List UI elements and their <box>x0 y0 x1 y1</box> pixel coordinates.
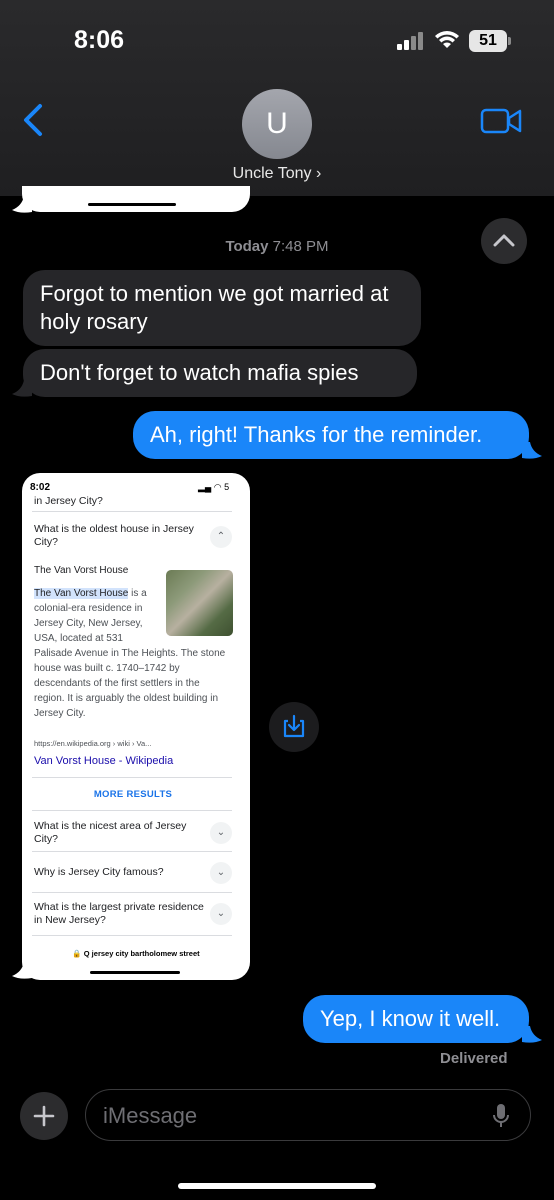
divider <box>32 851 232 852</box>
answer-line: Jersey City. <box>34 708 86 719</box>
source-url: https://en.wikipedia.org › wiki › Va... <box>34 739 152 748</box>
timestamp-time: 7:48 PM <box>272 238 329 255</box>
back-chevron-icon[interactable] <box>18 100 48 140</box>
previous-image-bubble[interactable] <box>22 186 250 212</box>
message-input[interactable]: iMessage <box>85 1089 531 1141</box>
contact-avatar[interactable]: U <box>242 89 312 159</box>
chevron-down-icon: ⌄ <box>210 822 232 844</box>
divider <box>32 935 232 936</box>
incoming-message[interactable]: Forgot to mention we got married at holy… <box>23 270 421 346</box>
thread-timestamp: Today 7:48 PM <box>0 238 554 255</box>
microphone-icon[interactable] <box>491 1102 511 1130</box>
message-input-placeholder: iMessage <box>103 1103 198 1128</box>
outgoing-message[interactable]: Yep, I know it well. <box>303 995 529 1043</box>
answer-line: region. It is arguably the oldest buildi… <box>34 693 219 704</box>
status-time: 8:06 <box>74 26 125 54</box>
battery-tip <box>508 37 511 45</box>
bubble-tail <box>522 1026 542 1043</box>
question-item: What is the nicest area of Jersey City? <box>34 820 187 845</box>
screenshot-status-icons: ▂▄ ◠ 5 <box>198 482 230 492</box>
timestamp-day: Today <box>225 238 269 255</box>
cellular-signal-icon <box>397 32 425 50</box>
screenshot-status-time: 8:02 <box>30 482 51 493</box>
answer-rest: is a <box>128 588 147 599</box>
home-indicator[interactable] <box>178 1183 376 1189</box>
plus-icon <box>33 1105 55 1127</box>
screenshot-home-bar <box>90 971 180 974</box>
screenshot-home-bar <box>88 203 176 206</box>
answer-line: house was built c. 1740–1742 by <box>34 663 180 674</box>
divider <box>32 892 232 893</box>
bubble-tail <box>12 962 32 979</box>
delivery-status: Delivered <box>440 1050 508 1067</box>
question-item: What is the oldest house in Jersey City? <box>34 523 194 548</box>
answer-highlight: The Van Vorst House <box>34 588 129 599</box>
bubble-tail <box>12 196 32 213</box>
screenshot-address-bar: 🔒 Q jersey city bartholomew street <box>72 949 200 958</box>
save-image-button[interactable] <box>269 702 319 752</box>
answer-line: colonial-era residence in <box>34 603 143 614</box>
contact-name[interactable]: Uncle Tony › <box>0 165 554 183</box>
answer-line: descendants of the first settlers in the <box>34 678 200 689</box>
screenshot-image-bubble[interactable]: 8:02 ▂▄ ◠ 5 in Jersey City? What is the … <box>22 473 250 980</box>
answer-line: USA, located at 531 <box>34 633 123 644</box>
question-item: What is the largest private residence in… <box>34 901 204 926</box>
video-camera-icon[interactable] <box>480 106 522 136</box>
more-results-link: MORE RESULTS <box>93 789 173 800</box>
download-icon <box>283 714 305 738</box>
apps-plus-button[interactable] <box>20 1092 68 1140</box>
bubble-tail <box>12 380 32 397</box>
battery-indicator: 51 <box>469 30 507 52</box>
outgoing-message[interactable]: Ah, right! Thanks for the reminder. <box>133 411 529 459</box>
house-thumbnail-image <box>166 570 233 636</box>
answer-first-line: The Van Vorst House is a <box>34 586 169 601</box>
answer-line: Jersey City, New Jersey, <box>34 618 143 629</box>
divider <box>32 511 232 512</box>
conversation-header: 8:06 51 U Uncle Tony › <box>0 0 554 196</box>
screenshot-top-text: in Jersey City? <box>34 495 103 507</box>
question-item: Why is Jersey City famous? <box>34 866 164 878</box>
source-link: Van Vorst House - Wikipedia <box>34 755 174 767</box>
divider <box>32 810 232 811</box>
answer-title: The Van Vorst House <box>34 565 129 576</box>
chevron-up-icon: ⌃ <box>210 526 232 548</box>
chevron-down-icon: ⌄ <box>210 903 232 925</box>
answer-line: Palisade Avenue in The Heights. The ston… <box>34 648 226 659</box>
bubble-tail <box>522 442 542 459</box>
incoming-message[interactable]: Don't forget to watch mafia spies <box>23 349 417 397</box>
divider <box>32 777 232 778</box>
wifi-icon <box>435 31 459 48</box>
chevron-down-icon: ⌄ <box>210 862 232 884</box>
